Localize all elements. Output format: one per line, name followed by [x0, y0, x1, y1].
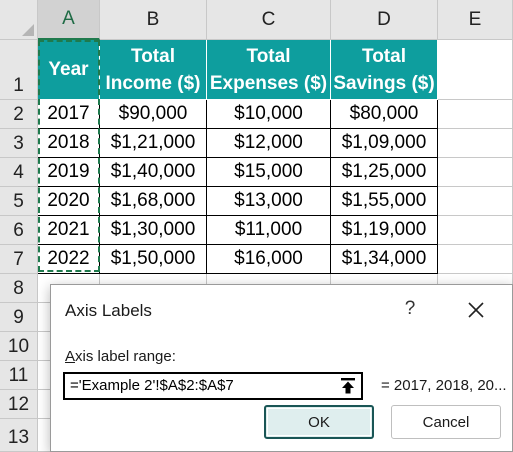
cell-e5[interactable] [438, 187, 513, 216]
cell-d7[interactable]: $1,34,000 [331, 245, 438, 274]
column-header-c[interactable]: C [207, 0, 331, 40]
row-header-6[interactable]: 6 [0, 216, 38, 245]
axis-labels-dialog: Axis Labels ? Axis label range: ='Exampl… [50, 284, 513, 452]
header-text-line: Total [362, 45, 406, 67]
cell-b6[interactable]: $1,30,000 [100, 216, 207, 245]
collapse-dialog-icon [341, 378, 355, 394]
row-header-7[interactable]: 7 [0, 245, 38, 274]
cell-d6[interactable]: $1,19,000 [331, 216, 438, 245]
header-text-line: Expenses ($) [209, 72, 328, 94]
cell-b4[interactable]: $1,40,000 [100, 158, 207, 187]
cell-b2[interactable]: $90,000 [100, 100, 207, 129]
cell-b7[interactable]: $1,50,000 [100, 245, 207, 274]
close-icon [468, 302, 484, 318]
column-header-d[interactable]: D [331, 0, 438, 40]
cell-e7[interactable] [438, 245, 513, 274]
cell-e2[interactable] [438, 100, 513, 129]
header-text-line: Year [48, 59, 89, 80]
cell-c4[interactable]: $15,000 [207, 158, 331, 187]
cancel-button[interactable]: Cancel [391, 405, 501, 439]
cell-a5[interactable]: 2020 [38, 187, 100, 216]
cell-a6[interactable]: 2021 [38, 216, 100, 245]
close-button[interactable] [459, 295, 493, 325]
axis-label-range-input[interactable]: ='Example 2'!$A$2:$A$7 [63, 372, 363, 400]
row-header-11[interactable]: 11 [0, 361, 38, 390]
cell-e6[interactable] [438, 216, 513, 245]
cell-d4[interactable]: $1,25,000 [331, 158, 438, 187]
cell-b1[interactable]: Total Income ($) [100, 40, 207, 100]
column-header-e[interactable]: E [438, 0, 513, 40]
row-header-13[interactable]: 13 [0, 419, 38, 452]
cell-e1[interactable] [438, 40, 513, 100]
range-label-text: xis label range: [75, 348, 176, 365]
row-header-5[interactable]: 5 [0, 187, 38, 216]
row-header-4[interactable]: 4 [0, 158, 38, 187]
cell-e4[interactable] [438, 158, 513, 187]
select-all-corner[interactable] [0, 0, 38, 40]
axis-label-range-label: Axis label range: [65, 348, 176, 365]
cell-c7[interactable]: $16,000 [207, 245, 331, 274]
row-header-1[interactable]: 1 [0, 40, 38, 100]
dialog-title: Axis Labels [65, 301, 152, 320]
header-text-line: Savings ($) [333, 72, 435, 94]
range-label-accelerator: A [65, 348, 76, 365]
cell-d1[interactable]: Total Savings ($) [331, 40, 438, 100]
cell-e3[interactable] [438, 129, 513, 158]
row-header-10[interactable]: 10 [0, 332, 38, 361]
row-header-9[interactable]: 9 [0, 303, 38, 332]
collapse-dialog-button[interactable] [335, 374, 361, 398]
cell-d2[interactable]: $80,000 [331, 100, 438, 129]
row-header-2[interactable]: 2 [0, 100, 38, 129]
select-all-triangle-icon [22, 24, 34, 36]
cell-a4[interactable]: 2019 [38, 158, 100, 187]
cell-a1[interactable]: Year [38, 40, 100, 100]
cell-b3[interactable]: $1,21,000 [100, 129, 207, 158]
cell-a7[interactable]: 2022 [38, 245, 100, 274]
range-preview-text: = 2017, 2018, 20... [381, 377, 507, 394]
cell-c5[interactable]: $13,000 [207, 187, 331, 216]
column-header-a[interactable]: A [38, 0, 100, 40]
cell-c3[interactable]: $12,000 [207, 129, 331, 158]
help-button[interactable]: ? [399, 295, 421, 323]
column-header-b[interactable]: B [100, 0, 207, 40]
cell-c2[interactable]: $10,000 [207, 100, 331, 129]
cell-c6[interactable]: $11,000 [207, 216, 331, 245]
row-header-3[interactable]: 3 [0, 129, 38, 158]
row-header-8[interactable]: 8 [0, 274, 38, 303]
cell-d5[interactable]: $1,55,000 [331, 187, 438, 216]
header-text-line: Total [246, 45, 291, 67]
cell-d3[interactable]: $1,09,000 [331, 129, 438, 158]
cell-b5[interactable]: $1,68,000 [100, 187, 207, 216]
cell-a3[interactable]: 2018 [38, 129, 100, 158]
header-text-line: Income ($) [105, 72, 201, 94]
cell-a2[interactable]: 2017 [38, 100, 100, 129]
header-text-line: Total [131, 45, 175, 67]
ok-button[interactable]: OK [264, 405, 374, 439]
row-header-12[interactable]: 12 [0, 390, 38, 419]
cell-c1[interactable]: Total Expenses ($) [207, 40, 331, 100]
